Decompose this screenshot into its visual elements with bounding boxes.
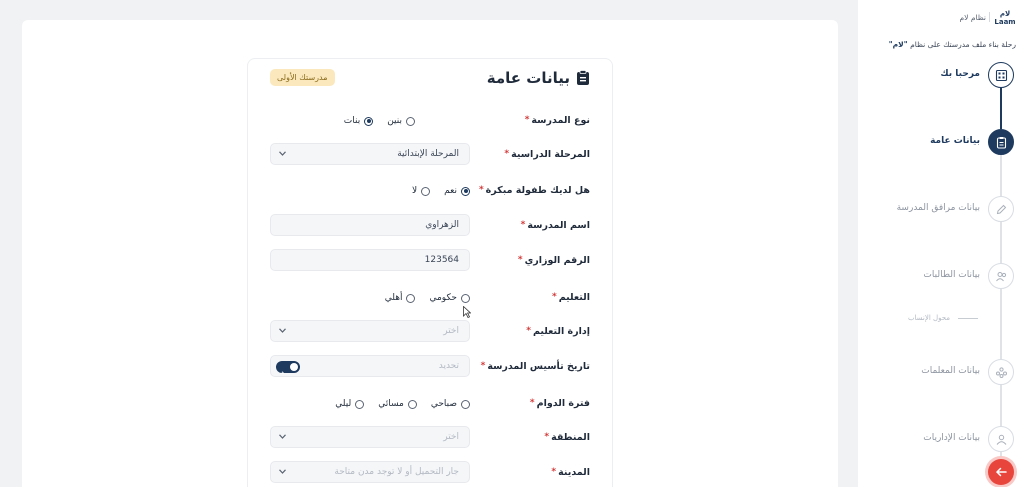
step-students[interactable] (988, 263, 1014, 289)
laam-logo: لام Laam (994, 10, 1016, 26)
radio-girls[interactable]: بنات (344, 113, 374, 129)
step-welcome[interactable] (988, 62, 1014, 88)
chevron-down-icon (279, 434, 286, 439)
school-badge: مدرستك الأولى (270, 69, 335, 86)
region-select[interactable]: اختر (270, 426, 470, 448)
chevron-down-icon (279, 469, 286, 474)
step-connector (1000, 289, 1002, 359)
edu-admin-row: إدارة التعليم* اختر (270, 320, 590, 344)
form-header: بيانات عامة مدرستك الأولى (270, 69, 590, 89)
step-general-info[interactable] (988, 129, 1014, 155)
city-row: المدينة* جار التحميل أو لا توجد مدن متاح… (270, 461, 590, 485)
mouse-cursor-icon (463, 306, 471, 318)
shift-label: فترة الدوام* (529, 398, 590, 409)
radio-dot (461, 399, 470, 409)
step-connector (1000, 222, 1002, 263)
city-label: المدينة* (551, 467, 590, 478)
ministry-no-label: الرقم الوزاري* (517, 255, 590, 266)
region-row: المنطقة* اختر (270, 426, 590, 450)
arrow-left-icon (995, 467, 1007, 477)
pencil-icon (996, 204, 1006, 214)
user-icon (996, 434, 1006, 445)
ministry-no-input[interactable]: 123564 (270, 249, 470, 271)
education-row: التعليم* حكومي أهلي (270, 286, 590, 310)
clipboard-icon (996, 136, 1006, 149)
step-connector (1000, 88, 1002, 129)
region-label: المنطقة* (544, 432, 590, 443)
school-name-row: اسم المدرسة* الزهراوي (270, 214, 590, 238)
school-name-label: اسم المدرسة* (520, 220, 590, 231)
step-admins[interactable] (988, 426, 1014, 452)
edu-admin-label: إدارة التعليم* (526, 326, 590, 337)
step-connector (1000, 155, 1002, 196)
form-title-text: بيانات عامة (486, 69, 570, 87)
school-type-row: نوع المدرسة* بنين بنات (270, 109, 590, 133)
radio-dot (421, 186, 431, 196)
radio-yes[interactable]: نعم (444, 183, 470, 199)
users-icon (995, 271, 1006, 281)
founded-row: تاريخ تأسيس المدرسة* تحديد هـ (270, 355, 590, 379)
radio-dot (461, 293, 470, 303)
school-type-label: نوع المدرسة* (524, 115, 590, 126)
early-childhood-label: هل لديك طفولة مبكرة* (478, 185, 590, 196)
radio-dot (407, 399, 417, 409)
back-button[interactable] (988, 459, 1014, 485)
radio-dot (406, 293, 416, 303)
founded-label: تاريخ تأسيس المدرسة* (480, 361, 590, 372)
radio-dot (355, 399, 365, 409)
shift-radios: صباحي مسائي ليلي (270, 396, 470, 412)
founded-date-input[interactable]: تحديد هـ (270, 355, 470, 377)
city-select[interactable]: جار التحميل أو لا توجد مدن متاحة (270, 461, 470, 483)
general-info-form: بيانات عامة مدرستك الأولى نوع المدرسة* ب… (247, 58, 613, 487)
chevron-down-icon (279, 328, 286, 333)
step-teachers[interactable] (988, 359, 1014, 385)
step-label-general-info[interactable]: بيانات عامة (930, 136, 980, 146)
early-childhood-radios: نعم لا (270, 183, 470, 199)
stage-select[interactable]: المرحلة الإبتدائية (270, 143, 470, 165)
radio-dot (406, 116, 415, 126)
radio-morning[interactable]: صباحي (431, 396, 470, 412)
step-label-students[interactable]: بيانات الطالبات (923, 270, 980, 280)
ministry-no-row: الرقم الوزاري* 123564 (270, 249, 590, 273)
radio-night[interactable]: ليلي (335, 396, 365, 412)
group-icon (995, 366, 1007, 378)
step-connector (1000, 385, 1002, 426)
form-title: بيانات عامة (487, 69, 590, 87)
education-label: التعليم* (552, 292, 590, 303)
divider (989, 12, 990, 22)
early-childhood-row: هل لديك طفولة مبكرة* نعم لا (270, 179, 590, 203)
stage-row: المرحلة الدراسية* المرحلة الإبتدائية (270, 143, 590, 167)
progress-sidebar: لام Laam نظام لام رحلة بناء ملف مدرستك ع… (858, 0, 1024, 487)
education-radios: حكومي أهلي (270, 290, 470, 306)
school-type-radios: بنين بنات (270, 113, 470, 129)
edu-admin-select[interactable]: اختر (270, 320, 470, 342)
step-facilities[interactable] (988, 196, 1014, 222)
clipboard-icon (577, 70, 589, 85)
radio-government[interactable]: حكومي (429, 290, 470, 306)
sub-step-label: محول الإنساب (907, 314, 950, 322)
step-label-admins[interactable]: بيانات الإداريات (923, 433, 980, 443)
shift-row: فترة الدوام* صباحي مسائي ليلي (270, 392, 590, 416)
chevron-down-icon (279, 151, 286, 156)
step-label-welcome[interactable]: مرحبا بك (940, 69, 980, 79)
radio-boys[interactable]: بنين (387, 113, 415, 129)
radio-no[interactable]: لا (412, 183, 431, 199)
step-label-teachers[interactable]: بيانات المعلمات (921, 366, 980, 376)
journey-caption: رحلة بناء ملف مدرستك على نظام "لام" (888, 40, 1016, 49)
sub-step-dash (958, 318, 978, 319)
system-name: نظام لام (959, 13, 986, 22)
building-icon (995, 69, 1007, 81)
radio-dot-selected (364, 116, 374, 126)
school-name-input[interactable]: الزهراوي (270, 214, 470, 236)
radio-evening[interactable]: مسائي (378, 396, 417, 412)
hijri-toggle[interactable]: هـ (276, 361, 300, 376)
radio-dot-selected (461, 186, 470, 196)
radio-private[interactable]: أهلي (385, 290, 416, 306)
stage-label: المرحلة الدراسية* (504, 149, 590, 160)
step-label-facilities[interactable]: بيانات مرافق المدرسة (897, 203, 980, 213)
